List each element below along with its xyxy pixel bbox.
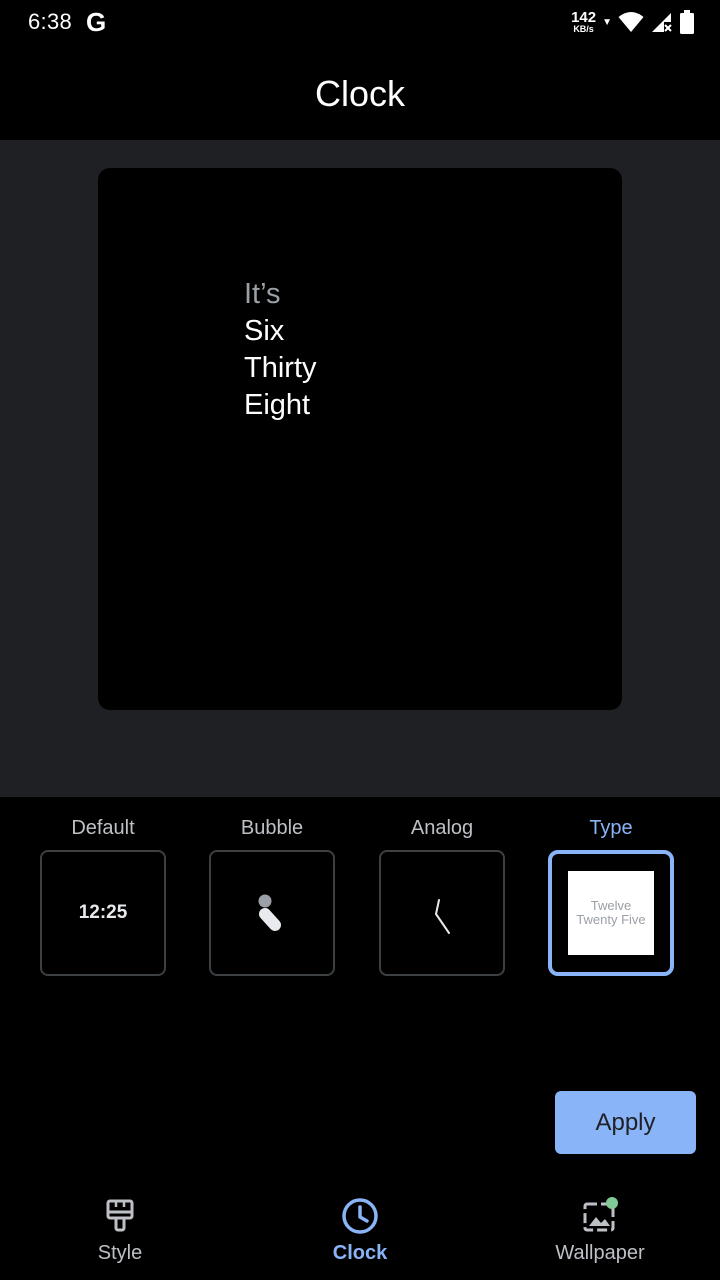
- wifi-icon: [618, 12, 644, 32]
- battery-icon: [680, 10, 694, 34]
- option-default-label: Default: [71, 817, 135, 839]
- option-type-preview: Twelve Twenty Five: [568, 871, 654, 955]
- network-speed-unit: KB/s: [573, 24, 594, 34]
- clock-line-minute-tens: Thirty: [244, 352, 317, 384]
- status-bar: 6:38 G 142 KB/s ▼: [0, 0, 720, 44]
- option-type-tile[interactable]: Twelve Twenty Five: [548, 850, 674, 976]
- option-default-tile[interactable]: 12:25: [40, 850, 166, 976]
- clock-preview-card: It’s Six Thirty Eight: [98, 168, 622, 710]
- wallpaper-icon: [580, 1196, 620, 1236]
- network-speed-value: 142: [571, 9, 597, 26]
- google-icon: G: [86, 6, 107, 37]
- status-time: 6:38: [28, 9, 73, 34]
- clock-preview-text: It’s Six Thirty Eight: [244, 276, 317, 424]
- nav-item-clock[interactable]: Clock: [240, 1196, 480, 1265]
- clock-face-options: Default 12:25 Bubble Analog Type Twelve: [0, 812, 720, 982]
- bottom-navigation: Style Clock Wallpaper: [0, 1180, 720, 1280]
- option-analog-label: Analog: [410, 817, 474, 839]
- type-preview-line-2: Twenty Five: [576, 912, 646, 927]
- option-analog[interactable]: Analog: [378, 812, 506, 976]
- apply-button[interactable]: Apply: [555, 1091, 696, 1154]
- analog-clock-icon: [435, 899, 450, 934]
- option-bubble-tile[interactable]: [209, 850, 335, 976]
- option-default[interactable]: Default 12:25: [39, 812, 167, 976]
- notification-dot: [606, 1197, 618, 1209]
- clock-icon: [340, 1196, 380, 1236]
- clock-line-prefix: It’s: [244, 278, 281, 310]
- page-title: Clock: [314, 73, 406, 114]
- option-type[interactable]: Type Twelve Twenty Five: [547, 812, 675, 976]
- nav-label-wallpaper: Wallpaper: [555, 1242, 645, 1264]
- nav-label-clock: Clock: [332, 1242, 388, 1264]
- option-analog-tile[interactable]: [379, 850, 505, 976]
- nav-item-wallpaper[interactable]: Wallpaper: [480, 1196, 720, 1265]
- clock-line-hour: Six: [244, 315, 285, 347]
- clock-preview-area: It’s Six Thirty Eight: [0, 140, 720, 797]
- type-preview-line-1: Twelve: [590, 898, 632, 913]
- app-header: Clock: [0, 44, 720, 140]
- bubble-clock-icon: [258, 894, 281, 931]
- cell-signal-icon: [652, 13, 672, 32]
- status-right: 142 KB/s ▼: [571, 10, 694, 34]
- option-bubble[interactable]: Bubble: [208, 812, 336, 976]
- status-left: 6:38 G: [28, 7, 106, 38]
- option-default-preview: 12:25: [78, 902, 128, 923]
- paint-brush-icon: [100, 1196, 140, 1236]
- network-speed: 142 KB/s: [571, 10, 596, 34]
- nav-item-style[interactable]: Style: [0, 1196, 240, 1265]
- option-type-label: Type: [589, 817, 633, 839]
- option-bubble-label: Bubble: [240, 817, 304, 839]
- clock-line-minute-ones: Eight: [244, 389, 311, 421]
- nav-label-style: Style: [97, 1242, 143, 1264]
- download-arrow-icon: ▼: [602, 16, 612, 28]
